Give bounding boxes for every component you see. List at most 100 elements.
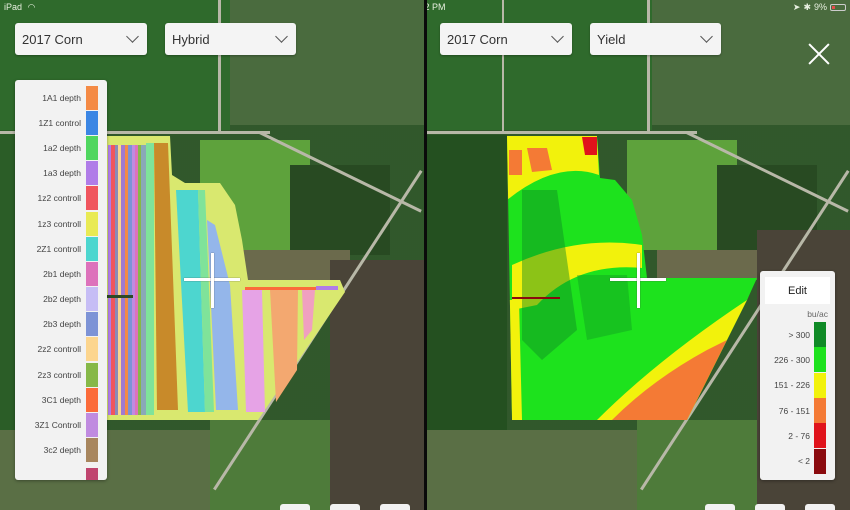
- map-control-button[interactable]: [330, 504, 360, 510]
- map-control-button[interactable]: [755, 504, 785, 510]
- legend-item: 3Z1 Controll: [15, 412, 107, 438]
- legend-item: 76 - 151: [760, 398, 835, 424]
- layer-select[interactable]: Hybrid: [165, 23, 296, 55]
- yield-zone: [509, 150, 522, 175]
- legend-item: 2z2 controll: [15, 337, 107, 362]
- legend-item-label: 1z3 controll: [37, 218, 81, 229]
- strip: [141, 145, 146, 415]
- legend-item-label: 2Z1 controll: [36, 243, 81, 254]
- strip: [121, 145, 125, 415]
- legend-swatch: [86, 438, 98, 463]
- legend-item: > 300: [760, 322, 835, 348]
- crosshair: [211, 253, 214, 308]
- legend-item-label: 1A1 depth: [42, 92, 81, 103]
- battery-icon: [830, 3, 846, 11]
- legend-swatch: [86, 387, 98, 412]
- yield-legend: Edit bu/ac > 300 226 - 300 151 - 226 76 - 1…: [760, 271, 835, 480]
- legend-item-label: 1Z1 control: [38, 117, 81, 128]
- chevron-down-icon: [551, 30, 564, 43]
- legend-item: 3C1 depth: [15, 387, 107, 412]
- legend-swatch: [86, 161, 98, 186]
- legend-item: 151 - 226: [760, 372, 835, 398]
- legend-item-label: 1a3 depth: [43, 168, 81, 179]
- legend-swatch: [814, 398, 826, 424]
- legend-item-label: < 2: [797, 456, 810, 467]
- season-select-value: 2017 Corn: [447, 31, 508, 47]
- legend-item-label: 2b1 depth: [43, 268, 81, 279]
- strip: [242, 290, 265, 412]
- yield-map-pane[interactable]: 12:22 PM ➤ ✱ 9% 2017 Corn Yield Edit bu/…: [427, 0, 850, 510]
- legend-item-label: 3C1 depth: [41, 394, 81, 405]
- legend-item: 1a2 depth: [15, 135, 107, 160]
- strip: [108, 145, 111, 415]
- legend-item-label: 2z2 controll: [37, 344, 81, 355]
- strip: [138, 145, 141, 415]
- legend-item: 2z3 controll: [15, 362, 107, 387]
- legend-item-label: 1z2 controll: [37, 193, 81, 204]
- legend-item: 1a3 depth: [15, 161, 107, 186]
- legend-swatch: [86, 413, 98, 438]
- legend-item-label: 3Z1 Controll: [34, 420, 81, 431]
- crosshair: [637, 253, 640, 308]
- legend-item-label: 2 - 76: [788, 430, 810, 441]
- map-control-button[interactable]: [805, 504, 835, 510]
- location-icon: ➤: [792, 2, 801, 12]
- legend-swatch: [86, 186, 98, 211]
- strip: [111, 145, 115, 415]
- close-icon[interactable]: [808, 43, 830, 65]
- legend-swatch: [814, 322, 826, 348]
- chevron-down-icon: [275, 30, 288, 43]
- legend-unit: bu/ac: [807, 309, 828, 319]
- strip: [316, 286, 338, 290]
- season-select-value: 2017 Corn: [22, 31, 83, 47]
- status-indicators: ➤ ✱ 9%: [793, 0, 846, 14]
- strip: [125, 145, 128, 415]
- legend-item: 1A1 depth: [15, 85, 107, 110]
- legend-item-label: 1a2 depth: [43, 142, 81, 153]
- legend-swatch: [86, 468, 98, 480]
- legend-swatch: [86, 236, 98, 261]
- legend-item: 3c2 depth: [15, 438, 107, 463]
- season-select[interactable]: 2017 Corn: [15, 23, 147, 55]
- strip: [115, 145, 118, 415]
- legend-swatch: [86, 337, 98, 362]
- strip: [128, 145, 132, 415]
- layer-select[interactable]: Yield: [590, 23, 721, 55]
- legend-item: 2b3 depth: [15, 312, 107, 337]
- hybrid-map-pane[interactable]: iPad ◠ 2017 Corn Hybrid 1A1 depth 1Z1 con…: [0, 0, 424, 510]
- map-control-button[interactable]: [280, 504, 310, 510]
- legend-item: 2 - 76: [760, 423, 835, 449]
- edit-legend-button[interactable]: Edit: [765, 277, 830, 304]
- legend-swatch: [814, 423, 826, 449]
- legend-item-label: 76 - 151: [778, 405, 810, 416]
- legend-swatch: [86, 211, 98, 236]
- legend-swatch: [86, 287, 98, 312]
- legend-item-label: 2b2 depth: [43, 294, 81, 305]
- battery-percent: 9%: [813, 2, 827, 12]
- map-control-button[interactable]: [380, 504, 410, 510]
- legend-swatch: [86, 135, 98, 160]
- status-time: 12:22 PM: [427, 2, 446, 12]
- status-device: iPad ◠: [4, 2, 36, 12]
- legend-swatch: [86, 312, 98, 337]
- legend-item: 226 - 300: [760, 347, 835, 373]
- wifi-icon: ◠: [27, 2, 36, 12]
- hybrid-legend[interactable]: 1A1 depth 1Z1 control 1a2 depth 1a3 depth 1z…: [15, 80, 107, 480]
- legend-item-label: > 300: [788, 329, 810, 340]
- map-control-button[interactable]: [705, 504, 735, 510]
- legend-item-label: 151 - 226: [774, 380, 810, 391]
- legend-item: 1z2 controll: [15, 186, 107, 211]
- legend-swatch: [86, 362, 98, 387]
- bluetooth-icon: ✱: [803, 2, 811, 12]
- legend-swatch: [86, 110, 98, 135]
- strip: [118, 145, 121, 415]
- legend-item-label: 2z3 controll: [37, 369, 81, 380]
- chevron-down-icon: [700, 30, 713, 43]
- layer-select-value: Hybrid: [172, 31, 210, 47]
- layer-select-value: Yield: [597, 31, 626, 47]
- season-select[interactable]: 2017 Corn: [440, 23, 572, 55]
- legend-item: [15, 463, 107, 480]
- strip: [132, 145, 135, 415]
- legend-item: 1z3 controll: [15, 211, 107, 236]
- legend-swatch: [814, 372, 826, 398]
